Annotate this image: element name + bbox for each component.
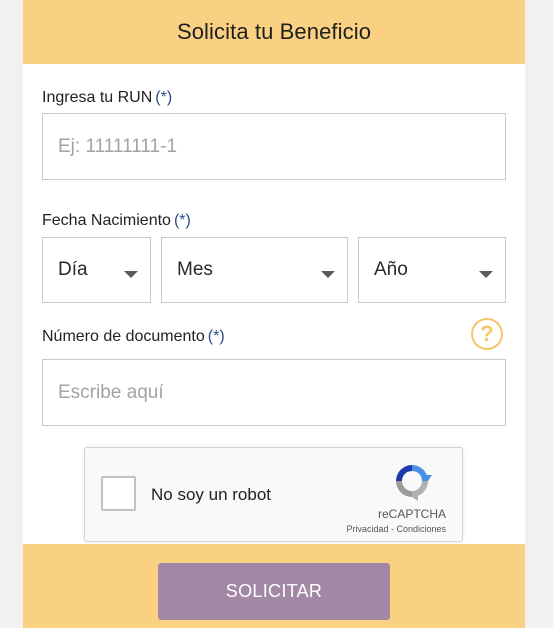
- birth-label-text: Fecha Nacimiento: [42, 212, 171, 229]
- chevron-down-icon: [321, 271, 335, 278]
- page-title: Solicita tu Beneficio: [176, 19, 372, 44]
- year-select-value: Año: [374, 259, 408, 280]
- question-circle-icon[interactable]: ?: [471, 318, 503, 350]
- recaptcha-widget: No soy un robot reCAPTCHA Privacidad - C…: [84, 447, 463, 542]
- document-required-mark: (*): [207, 328, 225, 345]
- form-card: Solicita tu Beneficio Ingresa tu RUN (*) …: [23, 0, 525, 628]
- run-field-wrapper: [42, 113, 506, 180]
- birth-required-mark: (*): [173, 212, 191, 229]
- recaptcha-brand: reCAPTCHA: [377, 507, 446, 521]
- chevron-down-icon: [124, 271, 138, 278]
- day-select-value: Día: [58, 259, 88, 280]
- document-input[interactable]: [58, 381, 505, 404]
- submit-button[interactable]: SOLICITAR: [158, 563, 390, 620]
- chevron-down-icon: [479, 271, 493, 278]
- recaptcha-checkbox[interactable]: [101, 476, 136, 511]
- recaptcha-label: No soy un robot: [151, 485, 272, 504]
- run-input[interactable]: [58, 135, 505, 158]
- form-footer: SOLICITAR: [23, 544, 525, 628]
- month-select[interactable]: Mes: [161, 237, 348, 303]
- day-select[interactable]: Día: [42, 237, 151, 303]
- document-label: Número de documento (*): [42, 328, 225, 346]
- run-label: Ingresa tu RUN (*): [42, 89, 172, 107]
- run-required-mark: (*): [155, 89, 173, 106]
- page-header: Solicita tu Beneficio: [23, 0, 525, 64]
- year-select[interactable]: Año: [358, 237, 506, 303]
- month-select-value: Mes: [177, 259, 213, 280]
- document-label-text: Número de documento: [42, 328, 205, 345]
- run-label-text: Ingresa tu RUN: [42, 89, 153, 106]
- document-field-wrapper: [42, 359, 506, 426]
- recaptcha-logo-icon: [396, 465, 432, 501]
- birth-label: Fecha Nacimiento (*): [42, 212, 191, 230]
- recaptcha-links[interactable]: Privacidad - Condiciones: [346, 524, 446, 534]
